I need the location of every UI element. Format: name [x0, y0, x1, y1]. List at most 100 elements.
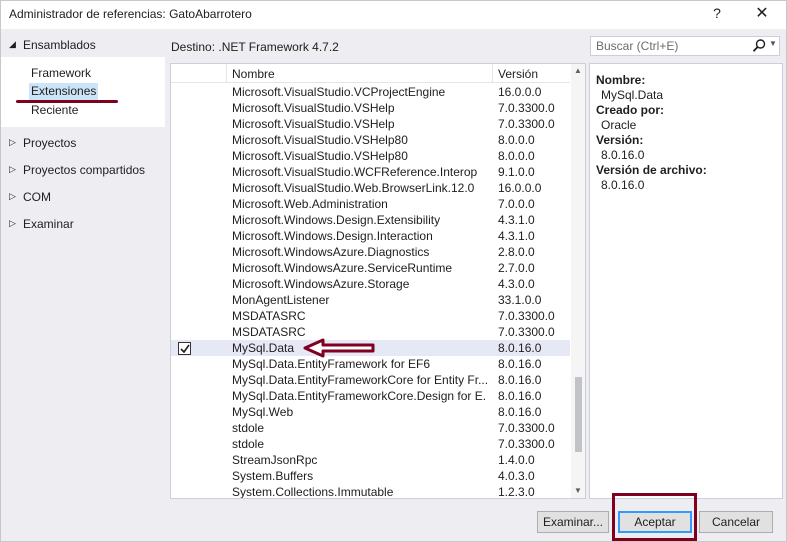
- table-row[interactable]: System.Buffers 4.0.3.0: [171, 468, 570, 484]
- nav-group-examinar[interactable]: ▷ Examinar: [1, 214, 165, 234]
- table-row[interactable]: Microsoft.VisualStudio.Web.BrowserLink.1…: [171, 180, 570, 196]
- collapsed-arrow-icon[interactable]: ▷: [9, 218, 16, 229]
- row-version: 8.0.16.0: [498, 341, 542, 355]
- reference-manager-dialog: Administrador de referencias: GatoAbarro…: [0, 0, 787, 542]
- row-name: System.Collections.Immutable: [232, 485, 394, 499]
- nav-group-ensamblados[interactable]: ◢ Ensamblados: [1, 35, 165, 55]
- row-version: 1.2.3.0: [498, 485, 535, 499]
- help-icon[interactable]: ?: [709, 5, 725, 23]
- table-row[interactable]: Microsoft.VisualStudio.VSHelp80 8.0.0.0: [171, 132, 570, 148]
- row-name: Microsoft.Windows.Design.Interaction: [232, 229, 433, 243]
- table-row[interactable]: MySql.Data.EntityFrameworkCore for Entit…: [171, 372, 570, 388]
- row-name: MySql.Data.EntityFrameworkCore for Entit…: [232, 373, 487, 387]
- detail-name-label: Nombre:: [596, 73, 646, 87]
- details-panel: Nombre: MySql.Data Creado por: Oracle Ve…: [589, 63, 783, 499]
- search-icon[interactable]: [751, 38, 767, 54]
- row-version: 33.1.0.0: [498, 293, 542, 307]
- table-row[interactable]: stdole 7.0.3300.0: [171, 436, 570, 452]
- table-row[interactable]: stdole 7.0.3300.0: [171, 420, 570, 436]
- detail-version-value: 8.0.16.0: [601, 148, 645, 162]
- row-name: MySql.Web: [232, 405, 294, 419]
- table-row[interactable]: StreamJsonRpc 1.4.0.0: [171, 452, 570, 468]
- row-version: 4.0.3.0: [498, 469, 535, 483]
- nav-item-framework[interactable]: Framework: [29, 65, 93, 83]
- row-name: Microsoft.Web.Administration: [232, 197, 388, 211]
- table-row[interactable]: Microsoft.VisualStudio.VSHelp80 8.0.0.0: [171, 148, 570, 164]
- nav-item-extensiones[interactable]: Extensiones: [29, 83, 99, 101]
- close-icon[interactable]: ✕: [749, 3, 775, 25]
- collapsed-arrow-icon[interactable]: ▷: [9, 164, 16, 175]
- row-version: 8.0.0.0: [498, 149, 535, 163]
- table-row[interactable]: MySql.Data.EntityFramework for EF6 8.0.16…: [171, 356, 570, 372]
- row-name: MSDATASRC: [232, 309, 306, 323]
- table-row[interactable]: Microsoft.VisualStudio.VSHelp 7.0.3300.0: [171, 116, 570, 132]
- table-row[interactable]: Microsoft.VisualStudio.VSHelp 7.0.3300.0: [171, 100, 570, 116]
- title-bar: Administrador de referencias: GatoAbarro…: [1, 1, 786, 29]
- nav-group-proyectos-compartidos[interactable]: ▷ Proyectos compartidos: [1, 160, 165, 180]
- table-row[interactable]: Microsoft.VisualStudio.VCProjectEngine 16…: [171, 84, 570, 100]
- window-title: Administrador de referencias: GatoAbarro…: [9, 7, 252, 21]
- detail-created-value: Oracle: [601, 118, 637, 132]
- row-version: 7.0.3300.0: [498, 421, 555, 435]
- nav-group-label: Ensamblados: [23, 38, 96, 52]
- row-version: 2.8.0.0: [498, 245, 535, 259]
- row-version: 4.3.0.0: [498, 277, 535, 291]
- row-name: Microsoft.VisualStudio.VSHelp: [232, 101, 395, 115]
- row-version: 16.0.0.0: [498, 181, 542, 195]
- nav-group-proyectos[interactable]: ▷ Proyectos: [1, 133, 165, 153]
- row-name: StreamJsonRpc: [232, 453, 318, 467]
- table-row[interactable]: MySql.Data.EntityFrameworkCore.Design fo…: [171, 388, 570, 404]
- table-row[interactable]: MySql.Web 8.0.16.0: [171, 404, 570, 420]
- detail-file-version-label: Versión de archivo:: [596, 163, 707, 177]
- table-row[interactable]: Microsoft.Windows.Design.Interaction 4.3.…: [171, 228, 570, 244]
- search-input[interactable]: [594, 38, 744, 54]
- search-options-dropdown-icon[interactable]: ▼: [769, 39, 777, 48]
- nav-group-label: Examinar: [23, 217, 74, 231]
- collapsed-arrow-icon[interactable]: ▷: [9, 137, 16, 148]
- row-version: 7.0.3300.0: [498, 101, 555, 115]
- nav-group-com[interactable]: ▷ COM: [1, 187, 165, 207]
- scrollbar-thumb[interactable]: [575, 377, 582, 452]
- ok-button[interactable]: Aceptar: [618, 511, 692, 533]
- table-row[interactable]: System.Collections.Immutable 1.2.3.0: [171, 484, 570, 499]
- assembly-list: Nombre Versión Microsoft.VisualStudio.VC…: [170, 63, 586, 499]
- row-version: 7.0.3300.0: [498, 325, 555, 339]
- table-row[interactable]: Microsoft.VisualStudio.WCFReference.Inte…: [171, 164, 570, 180]
- table-row[interactable]: Microsoft.Web.Administration 7.0.0.0: [171, 196, 570, 212]
- table-row[interactable]: MSDATASRC 7.0.3300.0: [171, 308, 570, 324]
- collapsed-arrow-icon[interactable]: ▷: [9, 191, 16, 202]
- row-name: System.Buffers: [232, 469, 314, 483]
- row-version: 7.0.3300.0: [498, 117, 555, 131]
- column-header-check[interactable]: [171, 64, 227, 83]
- row-version: 7.0.3300.0: [498, 309, 555, 323]
- nav-item-reciente[interactable]: Reciente: [29, 102, 80, 120]
- row-version: 7.0.3300.0: [498, 437, 555, 451]
- search-box[interactable]: ▼: [590, 36, 780, 56]
- expanded-arrow-icon[interactable]: ◢: [9, 39, 16, 50]
- table-row[interactable]: Microsoft.WindowsAzure.Storage 4.3.0.0: [171, 276, 570, 292]
- row-name: MonAgentListener: [232, 293, 330, 307]
- row-version: 9.1.0.0: [498, 165, 535, 179]
- table-row[interactable]: Microsoft.WindowsAzure.ServiceRuntime 2.7…: [171, 260, 570, 276]
- browse-button[interactable]: Examinar...: [537, 511, 609, 533]
- vertical-scrollbar[interactable]: ▲ ▼: [571, 64, 585, 498]
- row-name: MySql.Data.EntityFrameworkCore.Design fo…: [232, 389, 487, 403]
- table-row[interactable]: Microsoft.WindowsAzure.Diagnostics 2.8.0.…: [171, 244, 570, 260]
- row-name: Microsoft.VisualStudio.VSHelp: [232, 117, 395, 131]
- table-row[interactable]: MonAgentListener 33.1.0.0: [171, 292, 570, 308]
- nav-group-label: Proyectos: [23, 136, 77, 150]
- scroll-down-icon[interactable]: ▼: [574, 486, 582, 495]
- row-version: 1.4.0.0: [498, 453, 535, 467]
- table-row[interactable]: Microsoft.Windows.Design.Extensibility 4.…: [171, 212, 570, 228]
- nav-group-label: COM: [23, 190, 51, 204]
- row-name: Microsoft.VisualStudio.Web.BrowserLink.1…: [232, 181, 475, 195]
- scroll-up-icon[interactable]: ▲: [574, 66, 582, 75]
- column-header-version[interactable]: Versión: [493, 64, 570, 83]
- nav-group-label: Proyectos compartidos: [23, 163, 146, 177]
- list-rows: Microsoft.VisualStudio.VCProjectEngine 16…: [171, 84, 570, 499]
- checkbox[interactable]: [178, 342, 191, 355]
- row-name: MySql.Data.EntityFramework for EF6: [232, 357, 431, 371]
- column-header-name[interactable]: Nombre: [227, 64, 493, 83]
- detail-name-value: MySql.Data: [601, 88, 664, 102]
- cancel-button[interactable]: Cancelar: [699, 511, 773, 533]
